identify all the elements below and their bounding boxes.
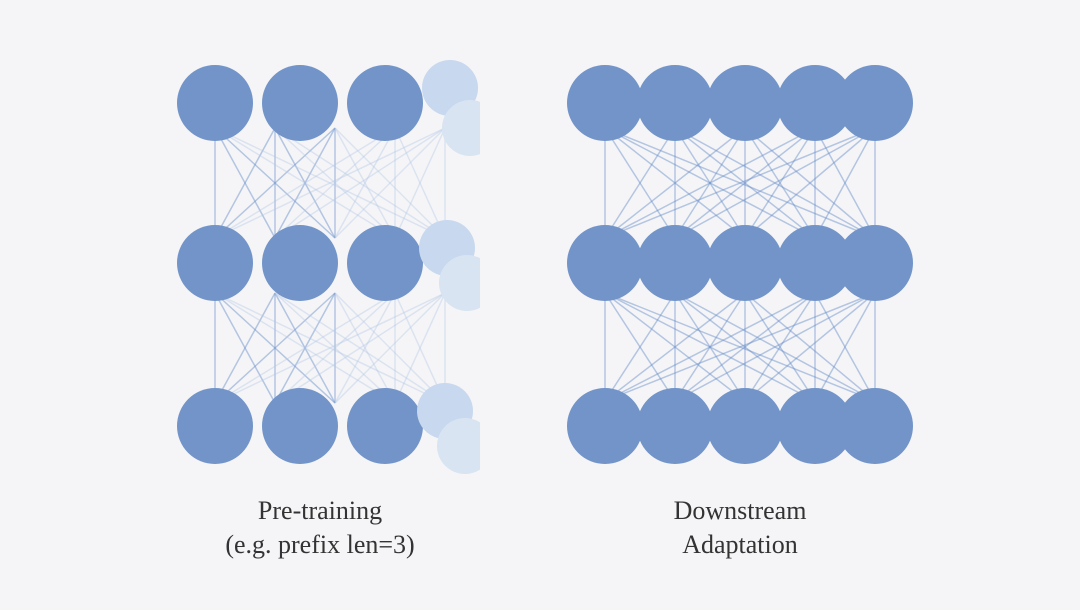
node-top-2 xyxy=(262,65,338,141)
node-mid-3 xyxy=(347,225,423,301)
ds-node-bot-2 xyxy=(637,388,713,464)
ds-node-top-2 xyxy=(637,65,713,141)
downstream-label-2: Adaptation xyxy=(674,528,807,562)
node-bot-3 xyxy=(347,388,423,464)
pre-training-svg xyxy=(160,48,480,478)
ds-node-mid-3 xyxy=(707,225,783,301)
edges-bottom-mid-light xyxy=(215,293,445,403)
downstream-caption: Downstream Adaptation xyxy=(674,494,807,562)
ds-node-mid-2 xyxy=(637,225,713,301)
pre-training-caption: Pre-training (e.g. prefix len=3) xyxy=(225,494,414,562)
node-top-1 xyxy=(177,65,253,141)
node-mid-2 xyxy=(262,225,338,301)
edges-mid-top-dark xyxy=(215,128,335,238)
node-top-3 xyxy=(347,65,423,141)
downstream-svg xyxy=(560,48,920,478)
downstream-diagram: Downstream Adaptation xyxy=(560,48,920,562)
ds-node-mid-1 xyxy=(567,225,643,301)
ds-edges-mid-top xyxy=(605,128,875,238)
ds-node-bot-5 xyxy=(837,388,913,464)
edges-bottom-mid-dark xyxy=(215,293,335,403)
pre-training-label-2: (e.g. prefix len=3) xyxy=(225,528,414,562)
ds-node-bot-3 xyxy=(707,388,783,464)
ds-node-mid-5 xyxy=(837,225,913,301)
downstream-label-1: Downstream xyxy=(674,494,807,528)
node-bot-1 xyxy=(177,388,253,464)
node-mid-1 xyxy=(177,225,253,301)
ds-node-top-1 xyxy=(567,65,643,141)
pre-training-label-1: Pre-training xyxy=(225,494,414,528)
ds-node-top-3 xyxy=(707,65,783,141)
node-bot-2 xyxy=(262,388,338,464)
edges-mid-top-light xyxy=(215,128,445,238)
ds-node-bot-1 xyxy=(567,388,643,464)
ds-node-top-5 xyxy=(837,65,913,141)
main-container: Pre-training (e.g. prefix len=3) xyxy=(140,28,940,582)
ds-edges-bottom-mid xyxy=(605,293,875,401)
pre-training-diagram: Pre-training (e.g. prefix len=3) xyxy=(160,48,480,562)
